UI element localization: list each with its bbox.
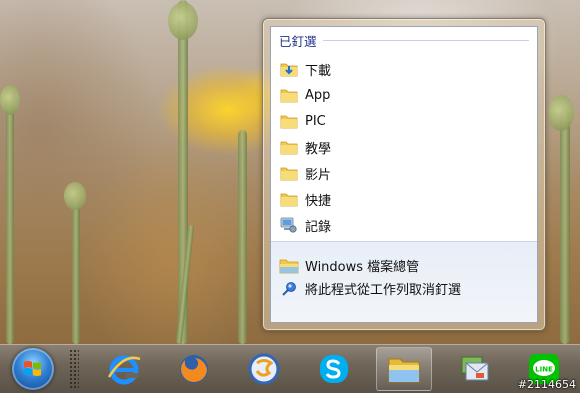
task-label: Windows 檔案總管	[305, 260, 420, 275]
pinned-item-label: 下載	[305, 63, 332, 79]
pinned-item-label: PIC	[305, 113, 326, 129]
tasks-list: Windows 檔案總管 將此程式從工作列取消釘選	[279, 254, 529, 300]
pinned-item-label: App	[305, 87, 331, 103]
skype-icon	[320, 355, 348, 383]
pinned-item-label: 記錄	[305, 219, 332, 235]
app-circle-icon	[248, 353, 280, 385]
watermark-label: #2114654	[517, 378, 576, 391]
taskbar-internet-explorer-button[interactable]	[96, 347, 152, 391]
folder-icon	[279, 191, 299, 207]
start-button[interactable]	[12, 348, 54, 390]
file-explorer-icon	[388, 358, 420, 383]
pinned-section-title: 已釘選	[279, 33, 317, 49]
pinned-item-downloads[interactable]: 下載	[279, 56, 529, 82]
taskbar-skype-button[interactable]	[306, 347, 362, 391]
pinned-section-header: 已釘選	[279, 31, 529, 49]
pinned-item-tutorial[interactable]: 教學	[279, 134, 529, 160]
pinned-item-videos[interactable]: 影片	[279, 160, 529, 186]
pinned-item-records[interactable]: 記錄	[279, 212, 529, 238]
firefox-icon	[180, 355, 208, 383]
tasks-section: Windows 檔案總管 將此程式從工作列取消釘選	[271, 241, 537, 322]
folder-icon	[279, 165, 299, 181]
pinned-item-pic[interactable]: PIC	[279, 108, 529, 134]
pinned-item-app[interactable]: App	[279, 82, 529, 108]
pinned-item-shortcuts[interactable]: 快捷	[279, 186, 529, 212]
taskbar-gripper[interactable]	[69, 349, 79, 389]
taskbar-mail-app-button[interactable]	[446, 347, 502, 391]
pinned-item-label: 快捷	[305, 193, 332, 209]
taskbar-app-circle-button[interactable]	[236, 347, 292, 391]
task-unpin-from-taskbar[interactable]: 將此程式從工作列取消釘選	[279, 277, 529, 300]
taskbar: LINE #2114654	[0, 344, 580, 393]
pinned-item-label: 教學	[305, 141, 332, 157]
unpin-icon	[279, 281, 299, 297]
task-label: 將此程式從工作列取消釘選	[305, 283, 462, 298]
folder-icon	[279, 139, 299, 155]
folder-icon	[279, 113, 299, 129]
download-folder-icon	[279, 61, 299, 77]
svg-text:LINE: LINE	[535, 366, 553, 374]
jump-list-panel: 已釘選 下載 App PIC 教學 影片 快捷 記錄 Windows 檔案總管 …	[270, 26, 538, 323]
taskbar-firefox-button[interactable]	[166, 347, 222, 391]
taskbar-file-explorer-button[interactable]	[376, 347, 432, 391]
mail-app-icon	[461, 356, 489, 381]
section-divider	[322, 39, 529, 41]
folder-icon	[279, 87, 299, 103]
jump-list-menu: 已釘選 下載 App PIC 教學 影片 快捷 記錄 Windows 檔案總管 …	[262, 18, 546, 331]
pinned-item-label: 影片	[305, 167, 332, 183]
task-open-windows-explorer[interactable]: Windows 檔案總管	[279, 254, 529, 277]
explorer-icon	[279, 258, 299, 274]
windows-logo-icon	[24, 361, 41, 376]
computer-icon	[279, 217, 299, 233]
pinned-items-list: 下載 App PIC 教學 影片 快捷 記錄	[279, 56, 529, 238]
internet-explorer-icon	[107, 355, 141, 385]
